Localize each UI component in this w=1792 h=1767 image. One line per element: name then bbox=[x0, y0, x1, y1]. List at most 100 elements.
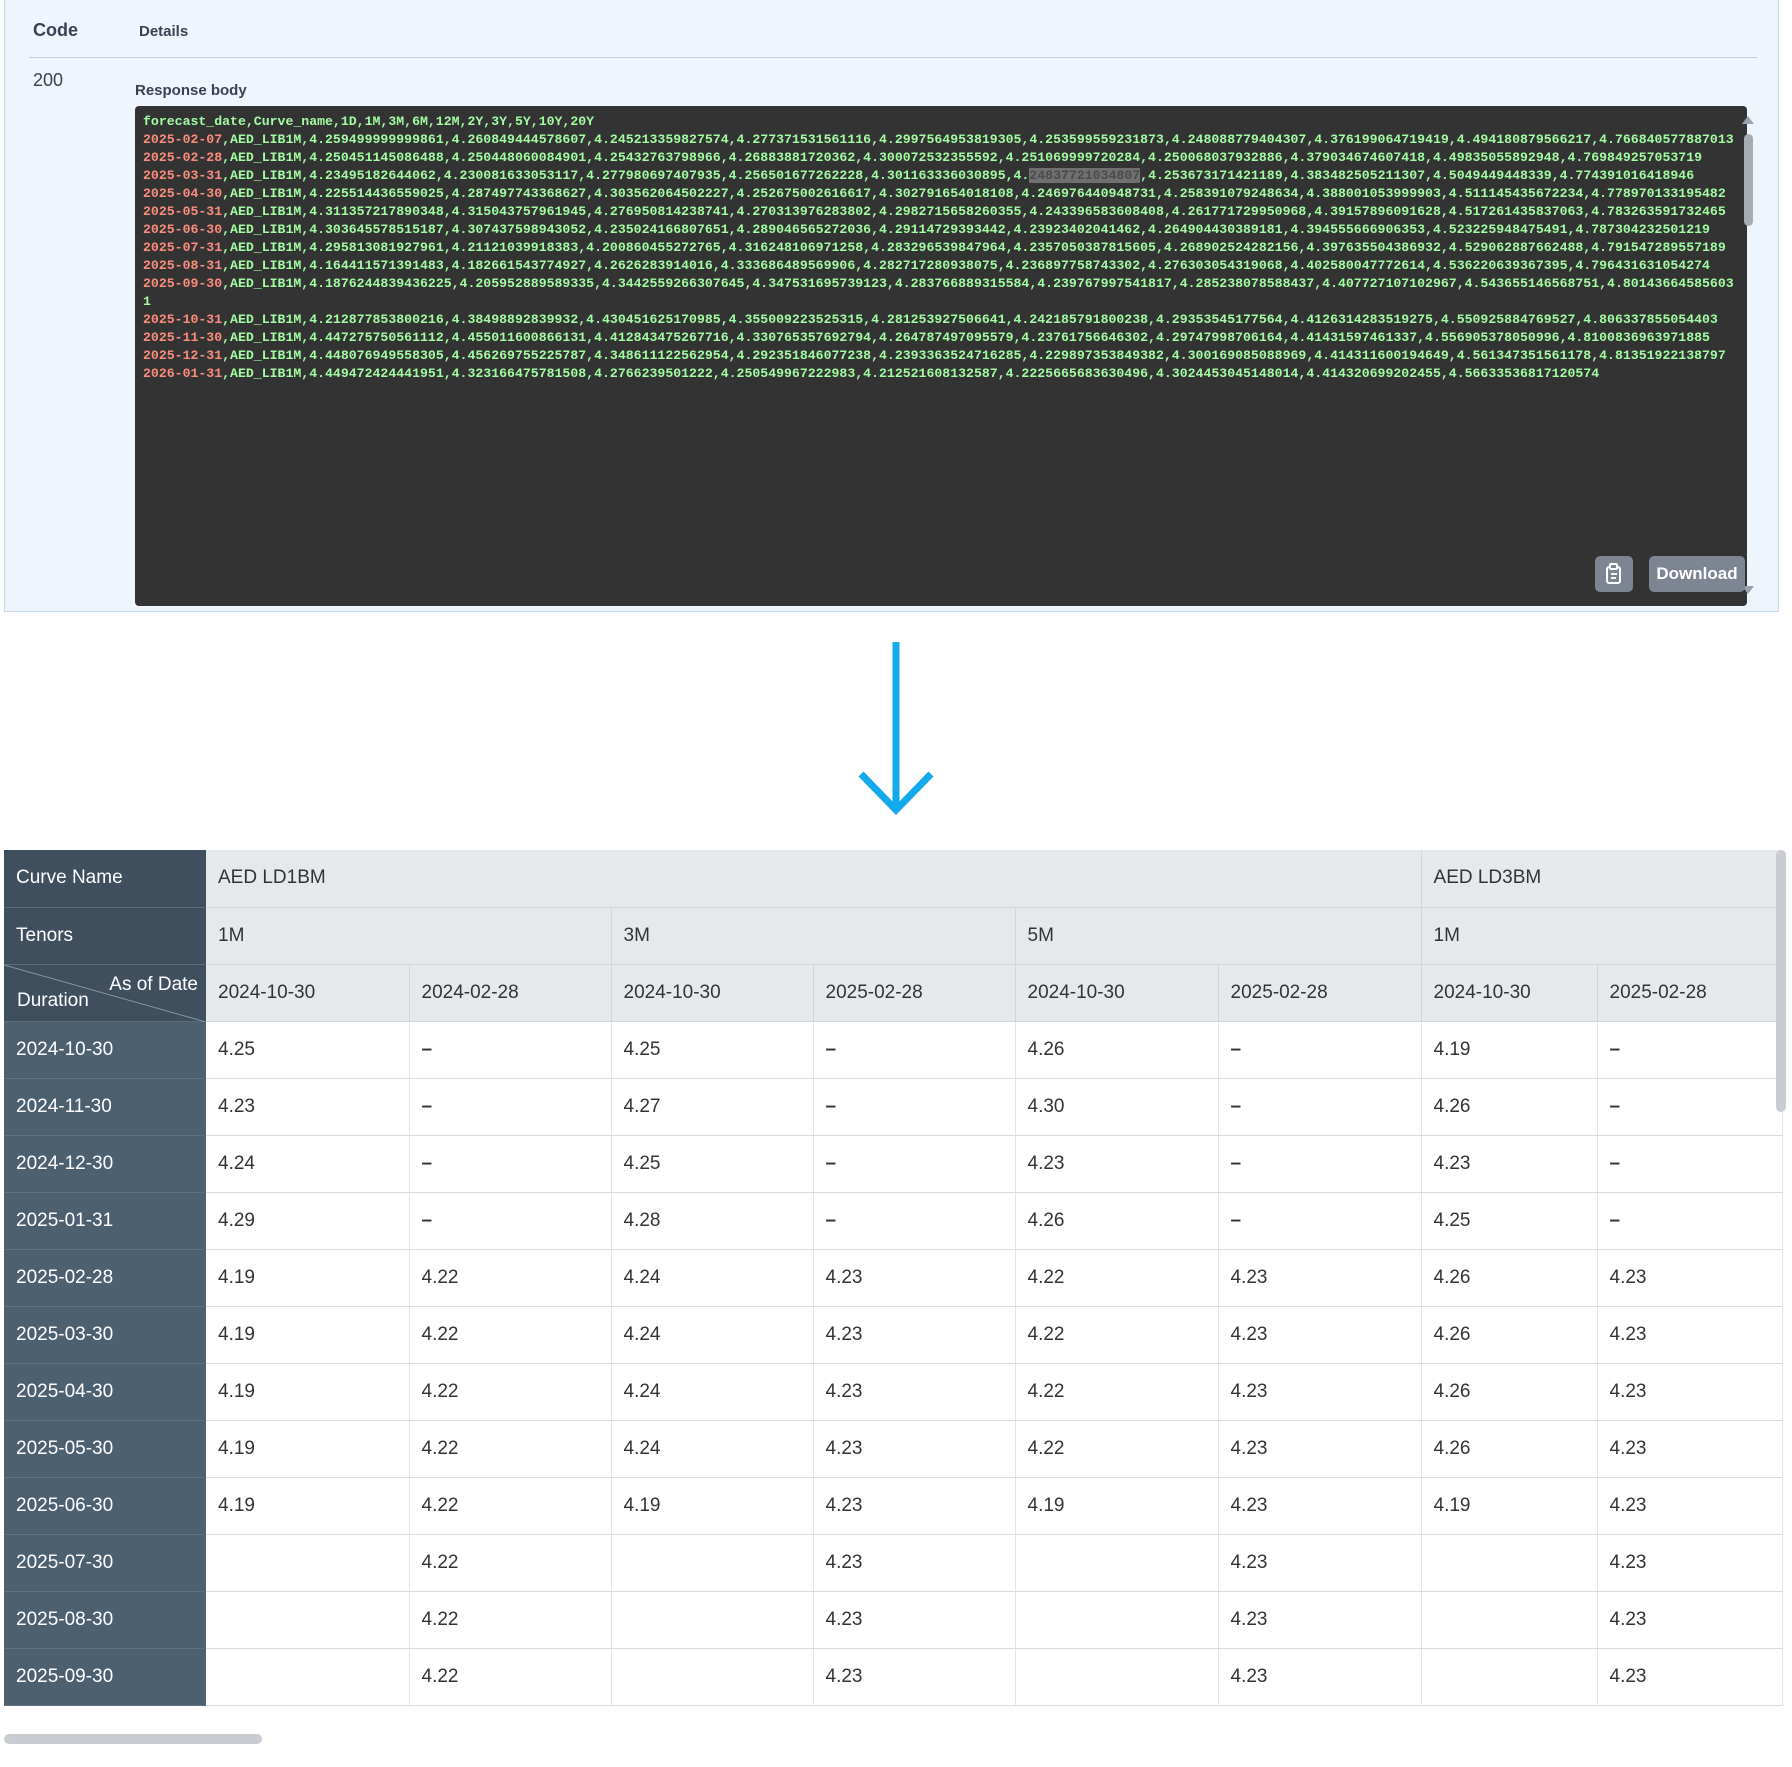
tenor-cell: 1M bbox=[1421, 907, 1783, 965]
rate-cell: 4.22 bbox=[409, 1249, 612, 1307]
rate-cell: 4.19 bbox=[206, 1477, 410, 1535]
duration-cell: 2025-06-30 bbox=[4, 1477, 206, 1535]
code-lines[interactable]: forecast_date,Curve_name,1D,1M,3M,6M,12M… bbox=[143, 113, 1735, 383]
table-row: 2024-12-30 4.24–4.25–4.23–4.23– bbox=[4, 1135, 1783, 1193]
rate-cell: 4.23 bbox=[1218, 1591, 1422, 1649]
table-horizontal-scrollbar[interactable] bbox=[4, 1734, 262, 1744]
rate-cell: 4.19 bbox=[206, 1249, 410, 1307]
rate-cell: 4.23 bbox=[813, 1420, 1016, 1478]
table-row: 2025-05-30 4.19 4.22 4.24 4.23 4.22 4.23 4.26 4.… bbox=[4, 1420, 1783, 1478]
curve-values: ,AED_LIB1M,4.250451145086488,4.250448060… bbox=[222, 150, 1703, 165]
rate-cell: 4.23 bbox=[206, 1078, 410, 1136]
rate-cell bbox=[1421, 1534, 1598, 1592]
table-row: 2025-07-30 4.22 4.23 4.23 4.23 bbox=[4, 1534, 1783, 1592]
response-body-code[interactable]: forecast_date,Curve_name,1D,1M,3M,6M,12M… bbox=[135, 106, 1747, 606]
rate-cell: 4.23 bbox=[1218, 1420, 1422, 1478]
rate-cell: 4.25 bbox=[1421, 1192, 1598, 1250]
table-row: 2024-10-30 4.25–4.25–4.26–4.19– bbox=[4, 1021, 1783, 1079]
rate-cell: 4.22 bbox=[1015, 1363, 1219, 1421]
rate-cell: 4.23 bbox=[813, 1477, 1016, 1535]
code-data-line: 2025-03-31,AED_LIB1M,4.23495182644062,4.… bbox=[143, 167, 1735, 185]
rate-cell: 4.27 bbox=[611, 1078, 814, 1136]
rate-cell: 4.23 bbox=[1597, 1534, 1783, 1592]
forecast-date: 2025-07-31 bbox=[143, 240, 223, 255]
forecast-date: 2025-05-31 bbox=[143, 204, 223, 219]
code-column-header: Code bbox=[33, 20, 78, 40]
rate-cell bbox=[206, 1648, 410, 1706]
table-row: 2025-02-28 4.19 4.22 4.24 4.23 4.22 4.23 4.26 4.… bbox=[4, 1249, 1783, 1307]
rate-cell: 4.29 bbox=[206, 1192, 410, 1250]
download-button[interactable]: Download bbox=[1649, 556, 1745, 592]
as-of-date-cell: 2024-02-28 bbox=[409, 964, 612, 1022]
rate-cell: 4.23 bbox=[1597, 1306, 1783, 1364]
as-of-date-cell: 2025-02-28 bbox=[1597, 964, 1783, 1022]
tenors-label: Tenors bbox=[4, 907, 206, 965]
curve-values: ,4.253673171421189,4.383482505211307,4.5… bbox=[1140, 168, 1695, 183]
rate-cell bbox=[1421, 1648, 1598, 1706]
table-row: 2025-04-30 4.19 4.22 4.24 4.23 4.22 4.23 4.26 4.… bbox=[4, 1363, 1783, 1421]
code-data-line: 2025-02-07,AED_LIB1M,4.259499999999861,4… bbox=[143, 131, 1735, 149]
duration-cell: 2025-04-30 bbox=[4, 1363, 206, 1421]
duration-cell: 2024-11-30 bbox=[4, 1078, 206, 1136]
rate-cell bbox=[1015, 1648, 1219, 1706]
curve-values: ,AED_LIB1M,4.449472424441951,4.323166475… bbox=[222, 366, 1521, 381]
rate-cell: – bbox=[409, 1021, 612, 1079]
as-of-date-label: As of Date bbox=[109, 973, 198, 995]
scroll-up-arrow-icon[interactable] bbox=[1742, 116, 1754, 124]
rate-cell: 4.23 bbox=[813, 1249, 1016, 1307]
forecast-date: 2025-06-30 bbox=[143, 222, 223, 237]
rate-cell: 4.22 bbox=[1015, 1306, 1219, 1364]
rate-cell: 4.26 bbox=[1015, 1021, 1219, 1079]
code-data-line: 2026-01-31,AED_LIB1M,4.449472424441951,4… bbox=[143, 365, 1735, 383]
curve-name-row: Curve Name AED LD1BM AED LD3BM bbox=[4, 850, 1783, 908]
forecast-date: 2025-03-31 bbox=[143, 168, 223, 183]
rate-cell: 4.22 bbox=[409, 1648, 612, 1706]
rate-cell: 4.23 bbox=[813, 1591, 1016, 1649]
rate-cell: 4.22 bbox=[409, 1591, 612, 1649]
rate-cell: 4.23 bbox=[1218, 1249, 1422, 1307]
rate-cell: 4.26 bbox=[1421, 1306, 1598, 1364]
as-of-date-cell: 2024-10-30 bbox=[611, 964, 814, 1022]
rate-cell bbox=[611, 1648, 814, 1706]
rate-cell: 4.23 bbox=[813, 1306, 1016, 1364]
curve-values: ,AED_LIB1M,4.303645578515187,4.307437598… bbox=[222, 222, 1710, 237]
rate-cell: 4.26 bbox=[1421, 1078, 1598, 1136]
status-code: 200 bbox=[33, 70, 64, 90]
response-panel: Code Details 200 Response body forecast_… bbox=[4, 0, 1779, 612]
rate-cell: 4.19 bbox=[1015, 1477, 1219, 1535]
rate-cell: – bbox=[1218, 1192, 1422, 1250]
rate-cell: 4.23 bbox=[1218, 1477, 1422, 1535]
table-row: 2025-08-30 4.22 4.23 4.23 4.23 bbox=[4, 1591, 1783, 1649]
as-of-date-cell: 2025-02-28 bbox=[813, 964, 1016, 1022]
forecast-date: 2025-12-31 bbox=[143, 348, 223, 363]
forecast-date: 2025-11-30 bbox=[143, 330, 223, 345]
rate-cell: 4.26 bbox=[1421, 1420, 1598, 1478]
rate-cell: 4.23 bbox=[1218, 1363, 1422, 1421]
curve-values: ,AED_LIB1M,4.23495182644062,4.2300816330… bbox=[222, 168, 1030, 183]
as-of-date-row: As of Date Duration 2024-10-30 2024-02-2… bbox=[4, 964, 1783, 1022]
curve-name-cell: AED LD3BM bbox=[1421, 850, 1783, 908]
copy-to-clipboard-button[interactable] bbox=[1595, 556, 1633, 592]
rate-cell: – bbox=[409, 1135, 612, 1193]
forecast-date: 2025-08-31 bbox=[143, 258, 223, 273]
rate-cell: – bbox=[813, 1192, 1016, 1250]
code-data-line: 2025-09-30,AED_LIB1M,4.1876244839436225,… bbox=[143, 275, 1735, 311]
curve-values: ,AED_LIB1M,4.448076949558305,4.456269755… bbox=[222, 348, 1726, 363]
curve-values: ,AED_LIB1M,4.295813081927961,4.211210399… bbox=[222, 240, 1726, 255]
rate-cell: – bbox=[813, 1021, 1016, 1079]
code-data-line: 2025-04-30,AED_LIB1M,4.225514436559025,4… bbox=[143, 185, 1735, 203]
forecast-date: 2025-10-31 bbox=[143, 312, 223, 327]
table-vertical-scrollbar[interactable] bbox=[1776, 850, 1786, 1112]
code-data-line: 2025-06-30,AED_LIB1M,4.303645578515187,4… bbox=[143, 221, 1735, 239]
rate-cell: 4.23 bbox=[813, 1363, 1016, 1421]
forecast-date: 2025-09-30 bbox=[143, 276, 223, 291]
curve-values: ,AED_LIB1M,4.225514436559025,4.287497743… bbox=[222, 186, 1726, 201]
rate-cell: – bbox=[1597, 1021, 1783, 1079]
code-scrollbar-thumb[interactable] bbox=[1744, 134, 1753, 226]
code-data-line: 2025-11-30,AED_LIB1M,4.447275750561112,4… bbox=[143, 329, 1735, 347]
duration-cell: 2025-02-28 bbox=[4, 1249, 206, 1307]
forecast-date: 2025-04-30 bbox=[143, 186, 223, 201]
as-of-date-cell: 2024-10-30 bbox=[206, 964, 410, 1022]
rate-cell bbox=[1015, 1591, 1219, 1649]
rate-cell: 4.22 bbox=[1015, 1249, 1219, 1307]
